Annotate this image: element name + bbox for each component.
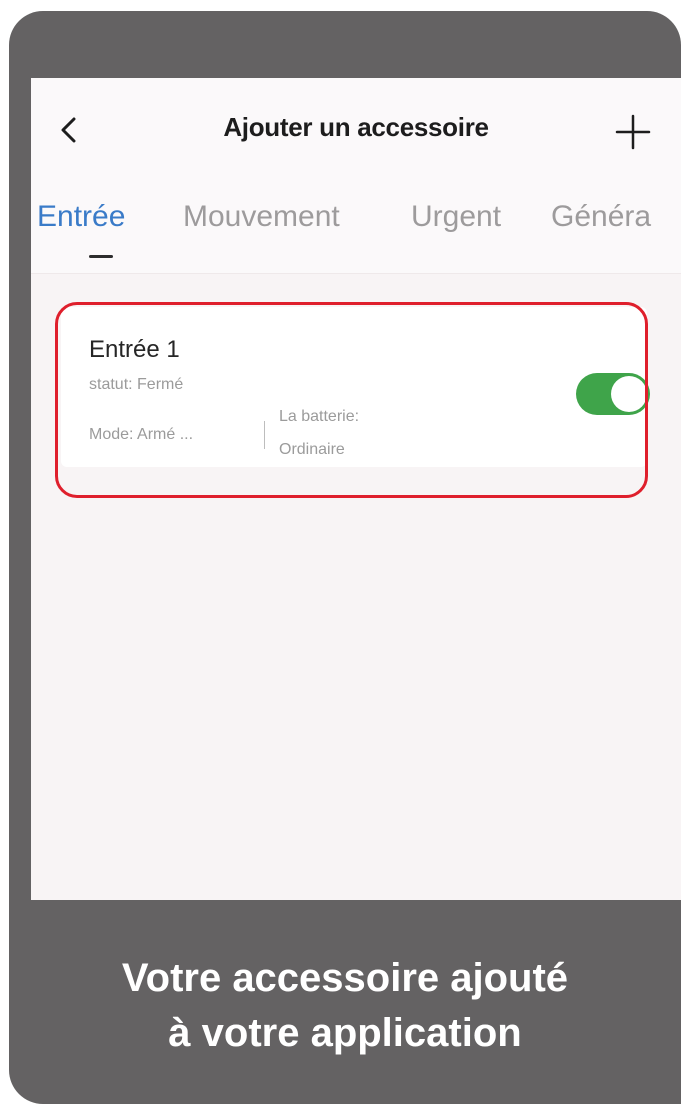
- page-title: Ajouter un accessoire: [223, 112, 489, 142]
- caption-line-1: Votre accessoire ajouté: [121, 956, 569, 1000]
- highlight-outline: [55, 302, 648, 498]
- app-header: Ajouter un accessoire: [31, 78, 681, 188]
- tab-general[interactable]: Généra: [551, 200, 651, 234]
- tab-entree[interactable]: Entrée: [37, 200, 125, 234]
- caption-line-2: à votre application: [168, 1011, 522, 1055]
- plus-icon[interactable]: [614, 113, 652, 151]
- tab-mouvement[interactable]: Mouvement: [183, 200, 340, 234]
- active-tab-indicator: [89, 255, 113, 258]
- category-tabs: Entrée Mouvement Urgent Généra: [31, 188, 681, 274]
- phone-frame: Ajouter un accessoire Entrée Mouvement U…: [9, 11, 681, 1104]
- app-screen: Ajouter un accessoire Entrée Mouvement U…: [31, 78, 681, 900]
- tab-urgent[interactable]: Urgent: [411, 200, 501, 234]
- caption: Votre accessoire ajouté à votre applicat…: [9, 951, 681, 1061]
